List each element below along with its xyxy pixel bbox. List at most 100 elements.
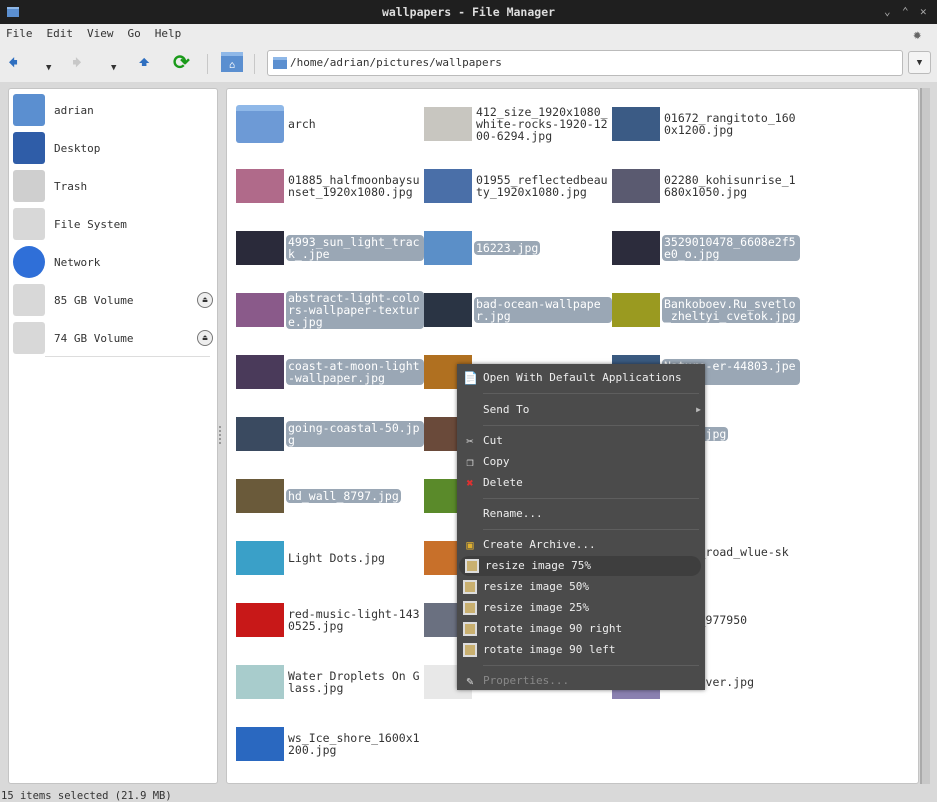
- menu-item-label: Properties...: [483, 674, 570, 687]
- sidebar-item-desktop[interactable]: Desktop: [13, 130, 213, 166]
- back-icon[interactable]: 🠸: [8, 52, 18, 72]
- file-name: Bankoboev.Ru_svetlo_zheltyi_cvetok.jpg: [662, 297, 800, 323]
- file-item[interactable]: 3529010478_6608e2f5e0_o.jpg: [612, 225, 800, 271]
- image-thumbnail: [612, 293, 660, 327]
- address-path: /home/adrian/pictures/wallpapers: [290, 56, 502, 69]
- sidebar-item-85-gb-volume[interactable]: 85 GB Volume ⏏: [13, 282, 213, 318]
- file-item[interactable]: 412_size_1920x1080_white-rocks-1920-1200…: [424, 101, 612, 147]
- menu-item-label: Delete: [483, 476, 523, 489]
- pane-splitter-handle[interactable]: [219, 426, 223, 444]
- menu-go[interactable]: Go: [128, 24, 141, 44]
- sidebar-divider: [45, 356, 210, 357]
- menu-item-rotate-image-90-right[interactable]: rotate image 90 right: [457, 619, 705, 639]
- menu-item-rename[interactable]: Rename...: [457, 504, 705, 524]
- menu-item-label: resize image 50%: [483, 580, 589, 593]
- file-item[interactable]: going-coastal-50.jpg: [236, 411, 424, 457]
- copy-icon: ❐: [466, 455, 474, 469]
- sidebar-item-74-gb-volume[interactable]: 74 GB Volume ⏏: [13, 320, 213, 356]
- image-thumbnail: [612, 169, 660, 203]
- eject-icon[interactable]: ⏏: [197, 292, 213, 308]
- file-name: abstract-light-colors-wallpaper-texture.…: [286, 291, 424, 329]
- home-folder-icon[interactable]: ⌂: [221, 52, 243, 72]
- sidebar-item-network[interactable]: Network: [13, 244, 213, 280]
- image-thumbnail: [424, 231, 472, 265]
- menu-item-resize-image-75[interactable]: resize image 75%: [459, 556, 701, 576]
- file-item[interactable]: ws_Ice_shore_1600x1200.jpg: [236, 721, 424, 767]
- file-name: bad-ocean-wallpaper.jpg: [474, 297, 612, 323]
- menu-item-copy[interactable]: ❐ Copy: [457, 452, 705, 472]
- forward-icon[interactable]: 🠺: [72, 52, 82, 72]
- vertical-scrollbar[interactable]: [920, 88, 930, 784]
- menu-item-open-with-default-applications[interactable]: 📄 Open With Default Applications: [457, 368, 705, 388]
- trash-icon: [13, 170, 45, 202]
- context-menu: 📄 Open With Default Applications Send To ▶ ✂…: [457, 364, 705, 690]
- image-thumbnail: [612, 231, 660, 265]
- menu-item-send-to[interactable]: Send To ▶: [457, 400, 705, 420]
- folder-icon: [273, 57, 287, 69]
- file-item[interactable]: 4993_sun_light_track_.jpe: [236, 225, 424, 271]
- menu-item-cut[interactable]: ✂ Cut: [457, 431, 705, 451]
- menu-item-label: Rename...: [483, 507, 543, 520]
- close-icon[interactable]: ✕: [920, 0, 927, 24]
- address-bar-input[interactable]: /home/adrian/pictures/wallpapers: [267, 50, 903, 76]
- sidebar-item-label: 85 GB Volume: [54, 293, 134, 307]
- file-item[interactable]: 01955_reflectedbeauty_1920x1080.jpg: [424, 163, 612, 209]
- toolbar-divider: [207, 54, 208, 74]
- file-item[interactable]: Water Droplets On Glass.jpg: [236, 659, 424, 705]
- menu-item-properties[interactable]: ✎ Properties...: [457, 671, 705, 691]
- file-item[interactable]: 02280_kohisunrise_1680x1050.jpg: [612, 163, 800, 209]
- file-name: arch: [288, 117, 316, 131]
- back-history-dropdown-icon[interactable]: ▼: [46, 58, 51, 78]
- sidebar-item-adrian[interactable]: adrian: [13, 92, 213, 128]
- file-name: 01955_reflectedbeauty_1920x1080.jpg: [476, 173, 608, 199]
- image-thumbnail: [236, 479, 284, 513]
- eject-icon[interactable]: ⏏: [197, 330, 213, 346]
- minimize-icon[interactable]: ⌄: [884, 0, 891, 24]
- sidebar-item-label: Trash: [54, 179, 88, 193]
- file-name: going-coastal-50.jpg: [286, 421, 424, 447]
- up-icon[interactable]: 🠹: [138, 52, 150, 72]
- sidebar-item-label: 74 GB Volume: [54, 331, 134, 345]
- menu-edit[interactable]: Edit: [47, 24, 74, 44]
- menu-item-label: Open With Default Applications: [483, 371, 682, 384]
- file-item[interactable]: hd_wall_8797.jpg: [236, 473, 424, 519]
- menu-item-resize-image-50[interactable]: resize image 50%: [457, 577, 705, 597]
- reload-icon[interactable]: ⟳: [173, 52, 190, 72]
- file-item[interactable]: 16223.jpg: [424, 225, 612, 271]
- address-history-dropdown[interactable]: ▼: [908, 51, 931, 74]
- menu-help[interactable]: Help: [155, 24, 182, 44]
- file-item[interactable]: abstract-light-colors-wallpaper-texture.…: [236, 287, 424, 333]
- image-thumbnail: [236, 603, 284, 637]
- file-item[interactable]: bad-ocean-wallpaper.jpg: [424, 287, 612, 333]
- forward-history-dropdown-icon[interactable]: ▼: [111, 58, 116, 78]
- menu-item-delete[interactable]: ✖ Delete: [457, 473, 705, 493]
- status-bar: 15 items selected (21.9 MB): [1, 790, 172, 802]
- file-item[interactable]: coast-at-moon-light-wallpaper.jpg: [236, 349, 424, 395]
- file-item[interactable]: 01885_halfmoonbaysunset_1920x1080.jpg: [236, 163, 424, 209]
- maximize-icon[interactable]: ⌃: [902, 0, 909, 24]
- file-name: 01885_halfmoonbaysunset_1920x1080.jpg: [288, 173, 420, 199]
- menu-item-create-archive[interactable]: ▣ Create Archive...: [457, 535, 705, 555]
- file-item[interactable]: red-music-light-1430525.jpg: [236, 597, 424, 643]
- file-name: 16223.jpg: [474, 241, 541, 255]
- menu-file[interactable]: File: [6, 24, 33, 44]
- sidebar-item-trash[interactable]: Trash: [13, 168, 213, 204]
- file-item[interactable]: 01672_rangitoto_1600x1200.jpg: [612, 101, 800, 147]
- file-name: 412_size_1920x1080_white-rocks-1920-1200…: [476, 105, 608, 143]
- menu-view[interactable]: View: [87, 24, 114, 44]
- menu-item-rotate-image-90-left[interactable]: rotate image 90 left: [457, 640, 705, 660]
- image-thumbnail: [236, 169, 284, 203]
- globe-icon: [13, 246, 45, 278]
- folder-item[interactable]: arch: [236, 101, 424, 147]
- file-item[interactable]: Bankoboev.Ru_svetlo_zheltyi_cvetok.jpg: [612, 287, 800, 333]
- busy-spinner-icon: ✹: [913, 27, 922, 43]
- file-name: ws_Ice_shore_1600x1200.jpg: [288, 731, 420, 757]
- sidebar-item-file-system[interactable]: File System: [13, 206, 213, 242]
- file-item[interactable]: Light Dots.jpg: [236, 535, 424, 581]
- image-thumbnail: [236, 541, 284, 575]
- image-icon: [465, 559, 479, 573]
- image-thumbnail: [424, 293, 472, 327]
- menu-item-resize-image-25[interactable]: resize image 25%: [457, 598, 705, 618]
- submenu-arrow-icon: ▶: [696, 405, 701, 414]
- desktop-icon: [13, 132, 45, 164]
